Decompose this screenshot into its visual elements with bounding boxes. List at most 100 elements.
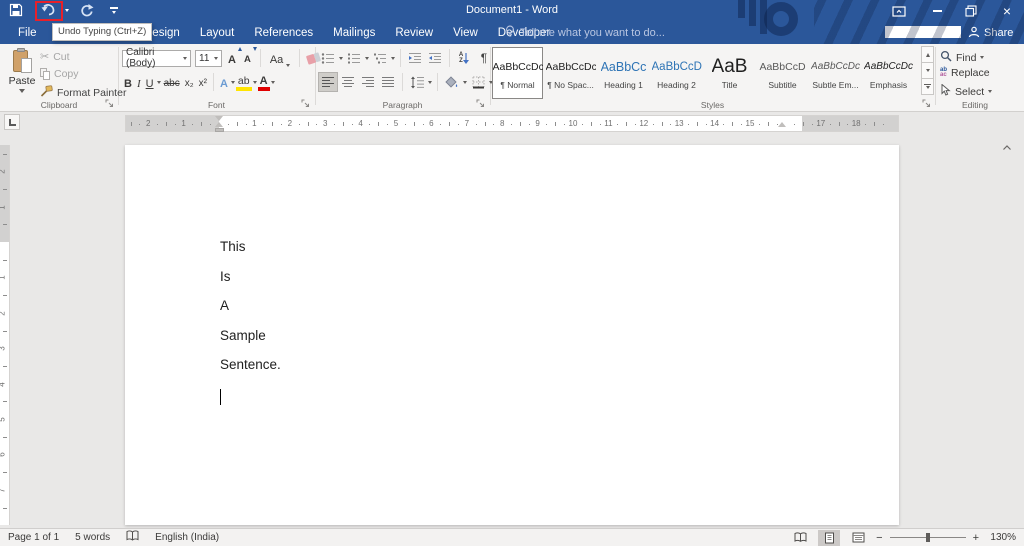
print-layout-icon[interactable] <box>818 529 841 546</box>
borders-button[interactable] <box>469 73 487 91</box>
clipboard-dialog-launcher-icon[interactable] <box>105 99 114 108</box>
read-mode-icon[interactable] <box>789 530 811 546</box>
style-label: Heading 1 <box>604 80 643 90</box>
paragraph-dialog-launcher-icon[interactable] <box>476 99 485 108</box>
show-hide-marks-button[interactable]: ¶ <box>475 49 493 67</box>
restore-icon[interactable] <box>962 3 980 19</box>
bullets-dropdown-icon[interactable] <box>339 56 343 60</box>
styles-scroll-down-icon[interactable] <box>921 62 934 79</box>
zoom-slider[interactable] <box>889 533 966 542</box>
tab-selector-button[interactable] <box>4 114 20 130</box>
zoom-slider-thumb[interactable] <box>925 533 930 542</box>
grow-font-button[interactable]: A <box>226 47 242 67</box>
strikethrough-button[interactable]: abc <box>162 73 182 91</box>
word-count[interactable]: 5 words <box>75 532 110 543</box>
font-color-dropdown-icon[interactable] <box>270 80 275 84</box>
style-item[interactable]: AaBbCcDc ¶ Normal <box>492 47 543 99</box>
bullets-button[interactable] <box>319 49 337 67</box>
style-item[interactable]: AaB Title <box>704 47 755 99</box>
change-case-button[interactable]: Aa <box>268 49 293 67</box>
ribbon-tab[interactable]: Review <box>385 22 443 44</box>
style-item[interactable]: AaBbCc Heading 1 <box>598 47 649 99</box>
language-indicator[interactable]: English (India) <box>155 532 219 543</box>
line-spacing-dropdown-icon[interactable] <box>428 80 432 84</box>
text-effects-button[interactable]: A <box>218 73 230 91</box>
document-line[interactable]: This <box>220 237 281 267</box>
style-item[interactable]: AaBbCcDc Emphasis <box>863 47 914 99</box>
tell-me-box[interactable]: Tell me what you want to do... <box>505 22 665 44</box>
web-layout-icon[interactable] <box>847 530 869 546</box>
shading-button[interactable] <box>443 73 461 91</box>
document-line[interactable]: A <box>220 296 281 326</box>
style-item[interactable]: AaBbCcD Subtitle <box>757 47 808 99</box>
zoom-level[interactable]: 130% <box>986 532 1016 543</box>
zoom-out-button[interactable]: − <box>876 532 882 544</box>
text-effects-dropdown-icon[interactable] <box>230 80 235 84</box>
numbering-dropdown-icon[interactable] <box>365 56 369 60</box>
replace-button[interactable]: ab ac Replace <box>940 67 990 79</box>
account-box[interactable] <box>885 26 961 38</box>
align-right-button[interactable] <box>359 73 377 91</box>
format-painter-button[interactable]: Format Painter <box>40 85 126 100</box>
styles-scroll-up-icon[interactable] <box>921 46 934 63</box>
proofing-icon[interactable] <box>126 530 139 545</box>
page-indicator[interactable]: Page 1 of 1 <box>8 532 59 543</box>
align-left-button[interactable] <box>318 72 338 92</box>
ribbon-tab[interactable]: References <box>244 22 323 44</box>
document-line[interactable]: Sentence. <box>220 355 281 385</box>
left-indent-marker[interactable] <box>214 128 224 132</box>
zoom-in-button[interactable]: + <box>973 532 979 544</box>
document-text[interactable]: This Is A Sample Sentence. <box>220 237 281 385</box>
numbering-button[interactable] <box>345 49 363 67</box>
cut-button[interactable]: ✂ Cut <box>40 51 70 63</box>
styles-dialog-launcher-icon[interactable] <box>922 99 931 108</box>
justify-button[interactable] <box>379 73 397 91</box>
align-center-button[interactable] <box>339 73 357 91</box>
find-button[interactable]: Find <box>940 50 985 65</box>
tab-file[interactable]: File <box>6 22 49 44</box>
highlight-dropdown-icon[interactable] <box>252 80 257 84</box>
paste-button[interactable]: Paste <box>6 48 38 105</box>
font-name-select[interactable]: Calibri (Body) <box>122 47 191 69</box>
styles-more-icon[interactable] <box>921 78 934 95</box>
increase-indent-button[interactable] <box>426 49 444 67</box>
document-page[interactable]: This Is A Sample Sentence. <box>125 145 899 525</box>
shrink-font-button[interactable]: A <box>242 47 257 67</box>
document-line[interactable]: Is <box>220 267 281 297</box>
style-item[interactable]: AaBbCcDc ¶ No Spac... <box>545 47 596 99</box>
superscript-button[interactable]: x² <box>197 73 209 91</box>
decrease-indent-button[interactable] <box>406 49 424 67</box>
style-item[interactable]: AaBbCcDc Subtle Em... <box>810 47 861 99</box>
style-item[interactable]: AaBbCcD Heading 2 <box>651 47 702 99</box>
ribbon-display-options-icon[interactable] <box>890 3 908 19</box>
find-dropdown-icon[interactable] <box>980 56 985 59</box>
ribbon-tab[interactable]: Mailings <box>323 22 385 44</box>
select-button[interactable]: Select <box>940 83 993 99</box>
underline-button[interactable]: U <box>144 73 156 91</box>
font-dialog-launcher-icon[interactable] <box>301 99 310 108</box>
right-indent-marker[interactable] <box>778 122 786 127</box>
document-line[interactable]: Sample <box>220 326 281 356</box>
close-icon[interactable]: × <box>998 3 1016 19</box>
shading-dropdown-icon[interactable] <box>463 80 467 84</box>
ribbon-tab[interactable]: View <box>443 22 488 44</box>
font-color-button[interactable]: A <box>257 73 270 91</box>
copy-button[interactable]: Copy <box>40 68 79 80</box>
underline-dropdown-icon[interactable] <box>156 80 161 84</box>
highlight-color-button[interactable]: ab <box>235 73 252 91</box>
font-size-select[interactable]: 11 <box>195 49 222 67</box>
bold-button[interactable]: B <box>122 73 134 91</box>
subscript-button[interactable]: x₂ <box>183 73 196 91</box>
first-line-indent-marker[interactable] <box>214 116 223 121</box>
collapse-ribbon-icon[interactable] <box>1000 141 1014 153</box>
ribbon-tab[interactable]: Layout <box>190 22 245 44</box>
line-spacing-button[interactable] <box>408 73 426 91</box>
hanging-indent-marker[interactable] <box>214 122 223 127</box>
share-button[interactable]: Share <box>968 22 1013 44</box>
sort-button[interactable]: AZ <box>455 49 473 67</box>
multilevel-list-button[interactable] <box>371 49 389 67</box>
multilevel-dropdown-icon[interactable] <box>391 56 395 60</box>
select-dropdown-icon[interactable] <box>988 90 993 93</box>
italic-button[interactable]: I <box>135 73 143 91</box>
minimize-icon[interactable] <box>928 3 946 19</box>
